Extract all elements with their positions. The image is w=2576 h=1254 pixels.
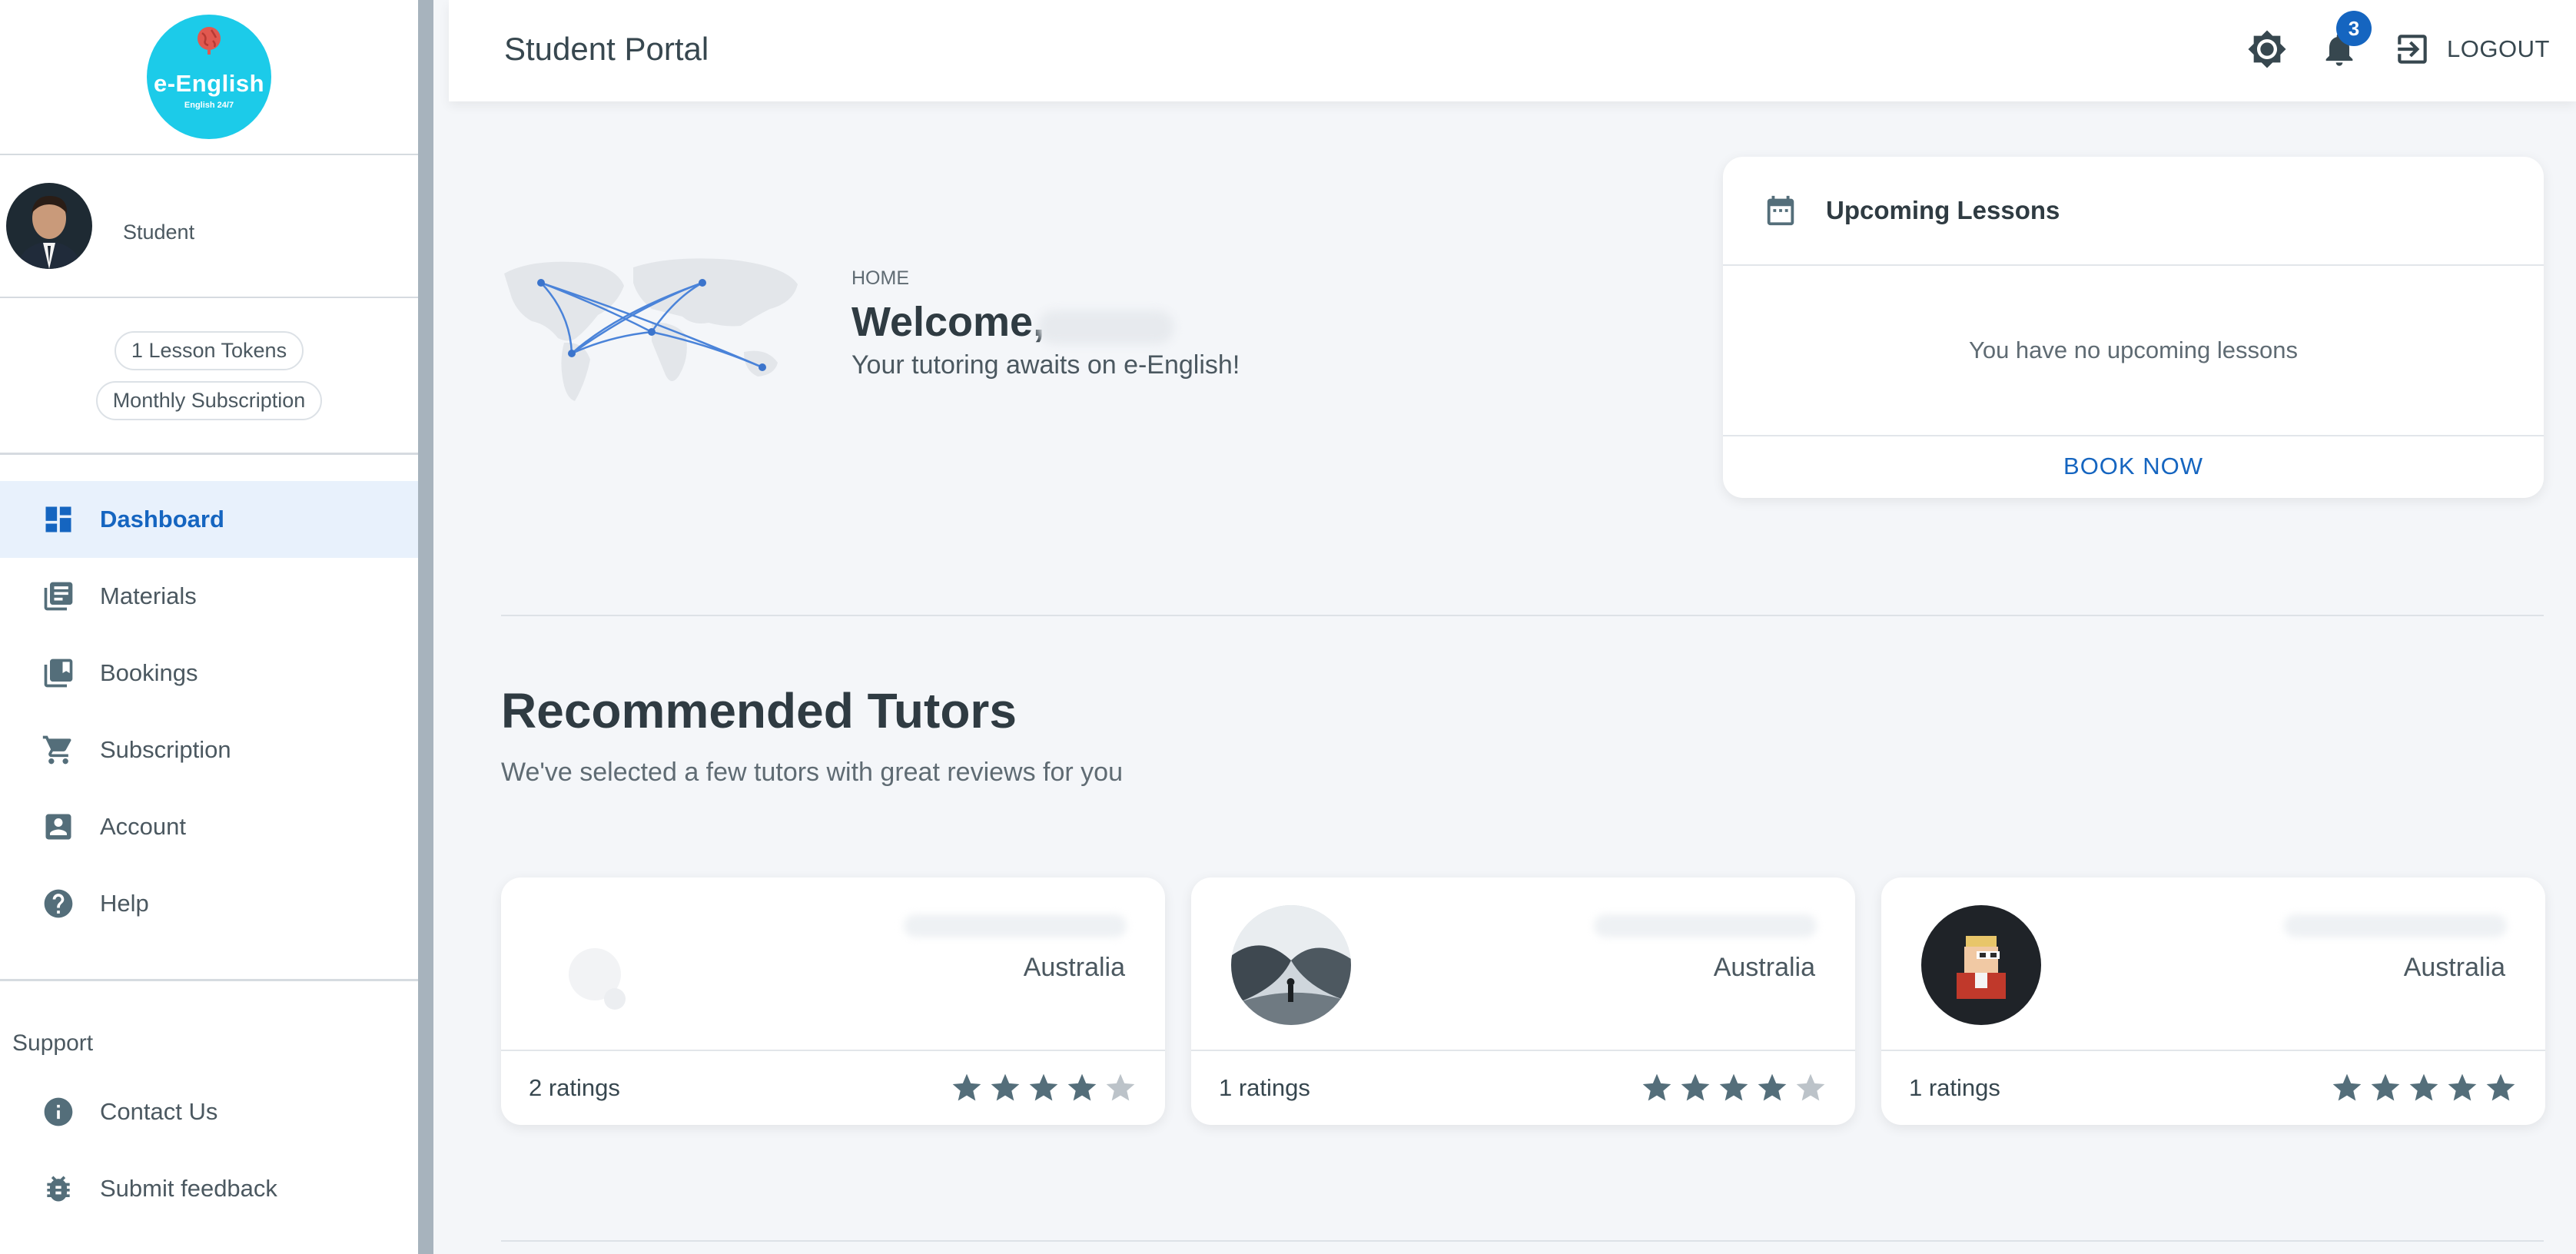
token-info: 1 Lesson Tokens Monthly Subscription	[0, 298, 418, 455]
sidebar-item-label: Submit feedback	[100, 1175, 277, 1202]
tutor-card[interactable]: Australia 1 ratings	[1881, 877, 2545, 1125]
dashboard-icon	[45, 506, 71, 532]
star-filled-icon	[1719, 1073, 1748, 1101]
tutor-card-header: Australia	[1881, 877, 2545, 1051]
recommended-tutors-subtitle: We've selected a few tutors with great r…	[501, 758, 1123, 787]
brand-name: e-English	[153, 70, 264, 97]
sidebar-item-help[interactable]: Help	[0, 865, 418, 942]
globe-icon	[198, 27, 221, 55]
star-rating	[2330, 1071, 2518, 1105]
tutor-avatar	[1921, 905, 2041, 1025]
welcome-heading: Welcome,	[851, 299, 1045, 345]
tutor-ratings-count: 1 ratings	[1219, 1074, 1310, 1101]
upcoming-lessons-card: Upcoming Lessons You have no upcoming le…	[1723, 157, 2544, 498]
logout-label: LOGOUT	[2447, 35, 2550, 62]
redacted-tutor-name	[1594, 914, 1817, 937]
user-profile: Student	[0, 155, 418, 298]
tutor-card[interactable]: Australia 2 ratings	[501, 877, 1165, 1125]
tutor-card-footer: 2 ratings	[501, 1051, 1165, 1125]
logout-button[interactable]: LOGOUT	[2393, 29, 2550, 69]
world-map-illustration	[504, 258, 798, 401]
sidebar-item-materials[interactable]: Materials	[0, 558, 418, 635]
star-filled-icon	[2486, 1073, 2515, 1101]
star-filled-icon	[2448, 1073, 2477, 1101]
tutor-card-footer: 1 ratings	[1881, 1051, 2545, 1125]
brand-tagline: English 24/7	[184, 101, 234, 110]
redacted-username	[1037, 310, 1174, 344]
account-box-icon	[45, 814, 71, 840]
sidebar-item-subscription[interactable]: Subscription	[0, 712, 418, 788]
tutor-card-header: Australia	[501, 877, 1165, 1051]
brand-logo[interactable]: e-English English 24/7	[147, 15, 271, 139]
sidebar-item-label: Materials	[100, 582, 197, 609]
sidebar-item-label: Dashboard	[100, 506, 224, 532]
book-now-button[interactable]: BOOK NOW	[1723, 436, 2544, 496]
lesson-tokens-chip: 1 Lesson Tokens	[114, 330, 304, 370]
subscription-chip: Monthly Subscription	[95, 380, 323, 420]
sidebar-item-label: Account	[100, 813, 187, 840]
star-rating	[1640, 1071, 1827, 1105]
tutor-country: Australia	[1713, 953, 1815, 982]
tutor-avatar	[1231, 905, 1351, 1025]
star-filled-icon	[2332, 1073, 2362, 1101]
library-books-icon	[44, 582, 73, 611]
star-empty-icon	[1106, 1073, 1135, 1101]
bug-icon	[47, 1176, 70, 1202]
star-rating	[950, 1071, 1137, 1105]
redacted-tutor-name	[904, 914, 1127, 937]
logout-icon	[2398, 35, 2427, 64]
tutor-country: Australia	[2403, 953, 2505, 982]
section-divider	[501, 1240, 2544, 1242]
star-filled-icon	[1642, 1073, 1671, 1101]
logo-area: e-English English 24/7	[0, 0, 418, 155]
calendar-icon	[1767, 195, 1794, 226]
shopping-cart-icon	[42, 735, 71, 765]
tutor-avatar	[541, 905, 661, 1025]
sidebar-item-submit-feedback[interactable]: Submit feedback	[0, 1150, 418, 1227]
sidebar-item-dashboard[interactable]: Dashboard	[0, 481, 418, 558]
bookmarks-icon	[44, 659, 73, 688]
recommended-tutors-title: Recommended Tutors	[501, 683, 1017, 738]
tutor-card[interactable]: Australia 1 ratings	[1191, 877, 1855, 1125]
sidebar-item-contact-us[interactable]: Contact Us	[0, 1073, 418, 1150]
sidebar-nav: Dashboard Materials Bookings Subscriptio…	[0, 455, 418, 1227]
star-filled-icon	[2371, 1073, 2400, 1101]
tutor-ratings-count: 2 ratings	[529, 1074, 620, 1101]
upcoming-lessons-header: Upcoming Lessons	[1723, 157, 2544, 266]
tutor-country: Australia	[1023, 953, 1125, 982]
user-role: Student	[123, 220, 195, 244]
tutor-card-header: Australia	[1191, 877, 1855, 1051]
sidebar-item-bookings[interactable]: Bookings	[0, 635, 418, 712]
sidebar-item-account[interactable]: Account	[0, 788, 418, 865]
tutor-ratings-count: 1 ratings	[1909, 1074, 2000, 1101]
tutor-card-footer: 1 ratings	[1191, 1051, 1855, 1125]
page-title: Student Portal	[504, 31, 709, 67]
star-filled-icon	[1681, 1073, 1710, 1101]
help-circle-icon	[44, 889, 73, 918]
user-avatar[interactable]	[6, 183, 92, 269]
breadcrumb: HOME	[851, 267, 909, 289]
sidebar-item-label: Contact Us	[100, 1098, 218, 1125]
star-filled-icon	[991, 1073, 1020, 1101]
notification-badge: 3	[2336, 11, 2372, 46]
sidebar-item-label: Subscription	[100, 736, 231, 763]
star-filled-icon	[2409, 1073, 2438, 1101]
star-filled-icon	[952, 1073, 981, 1101]
redacted-tutor-name	[2284, 914, 2507, 937]
top-bar: Student Portal 3 LOGOUT	[449, 0, 2576, 101]
star-filled-icon	[1029, 1073, 1058, 1101]
sidebar-item-label: Help	[100, 890, 149, 917]
no-lessons-message: You have no upcoming lessons	[1723, 266, 2544, 436]
sidebar-item-label: Bookings	[100, 659, 198, 686]
star-filled-icon	[1758, 1073, 1787, 1101]
sidebar: e-English English 24/7 Student 1 Lesson …	[0, 0, 433, 1254]
star-filled-icon	[1067, 1073, 1097, 1101]
brightness-icon[interactable]	[2247, 29, 2287, 69]
support-heading: Support	[12, 1030, 94, 1056]
upcoming-lessons-title: Upcoming Lessons	[1826, 196, 2060, 224]
section-divider	[501, 615, 2544, 616]
welcome-tagline: Your tutoring awaits on e-English!	[851, 350, 1240, 380]
star-empty-icon	[1796, 1073, 1825, 1101]
info-icon	[44, 1097, 73, 1126]
